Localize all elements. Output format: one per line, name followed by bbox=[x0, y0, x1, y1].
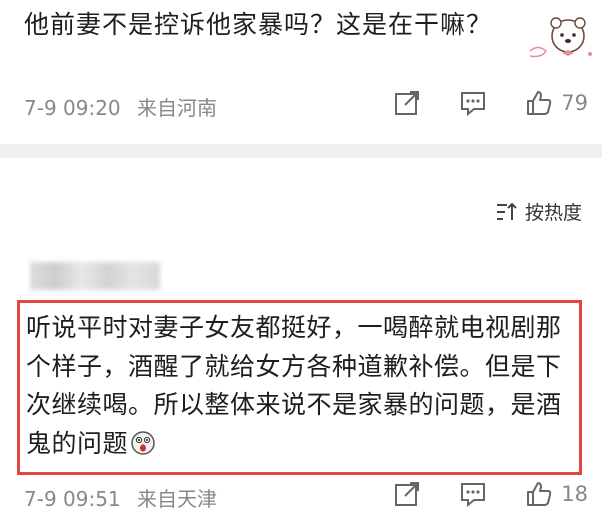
comment-actions: 79 bbox=[393, 89, 588, 117]
shocked-face-emoji bbox=[131, 430, 155, 455]
comment-date: 7-9 09:51 bbox=[24, 487, 121, 511]
sort-by-heat-button[interactable]: 按热度 bbox=[495, 198, 582, 225]
comment-region: 来自天津 bbox=[137, 487, 218, 511]
like-icon[interactable] bbox=[525, 480, 553, 508]
comment-actions: 18 bbox=[393, 480, 588, 508]
comment-icon[interactable] bbox=[459, 480, 487, 508]
sort-icon bbox=[496, 202, 517, 220]
comment-icon[interactable] bbox=[459, 89, 487, 117]
sort-label: 按热度 bbox=[524, 202, 582, 224]
comment-date: 7-9 09:20 bbox=[24, 96, 121, 120]
share-icon[interactable] bbox=[393, 480, 421, 508]
comment-body: 听说平时对妻子女友都挺好，一喝醉就电视剧那个样子，酒醒了就给女方各种道歉补偿。但… bbox=[26, 313, 562, 458]
section-divider bbox=[0, 144, 602, 158]
comment-text: 他前妻不是控诉他家暴吗？这是在干嘛？ bbox=[24, 10, 493, 39]
comment-meta: 7-9 09:51 来自天津 bbox=[24, 483, 217, 512]
comment-region: 来自河南 bbox=[137, 96, 218, 120]
like-count: 79 bbox=[561, 91, 588, 115]
comment-meta: 7-9 09:20 来自河南 bbox=[24, 92, 217, 121]
like-icon[interactable] bbox=[525, 89, 553, 117]
username-blurred bbox=[30, 262, 160, 290]
bear-sticker-icon bbox=[529, 17, 592, 58]
like-count: 18 bbox=[561, 482, 588, 506]
comment-text: 听说平时对妻子女友都挺好，一喝醉就电视剧那个样子，酒醒了就给女方各种道歉补偿。但… bbox=[26, 309, 581, 463]
share-icon[interactable] bbox=[393, 89, 421, 117]
